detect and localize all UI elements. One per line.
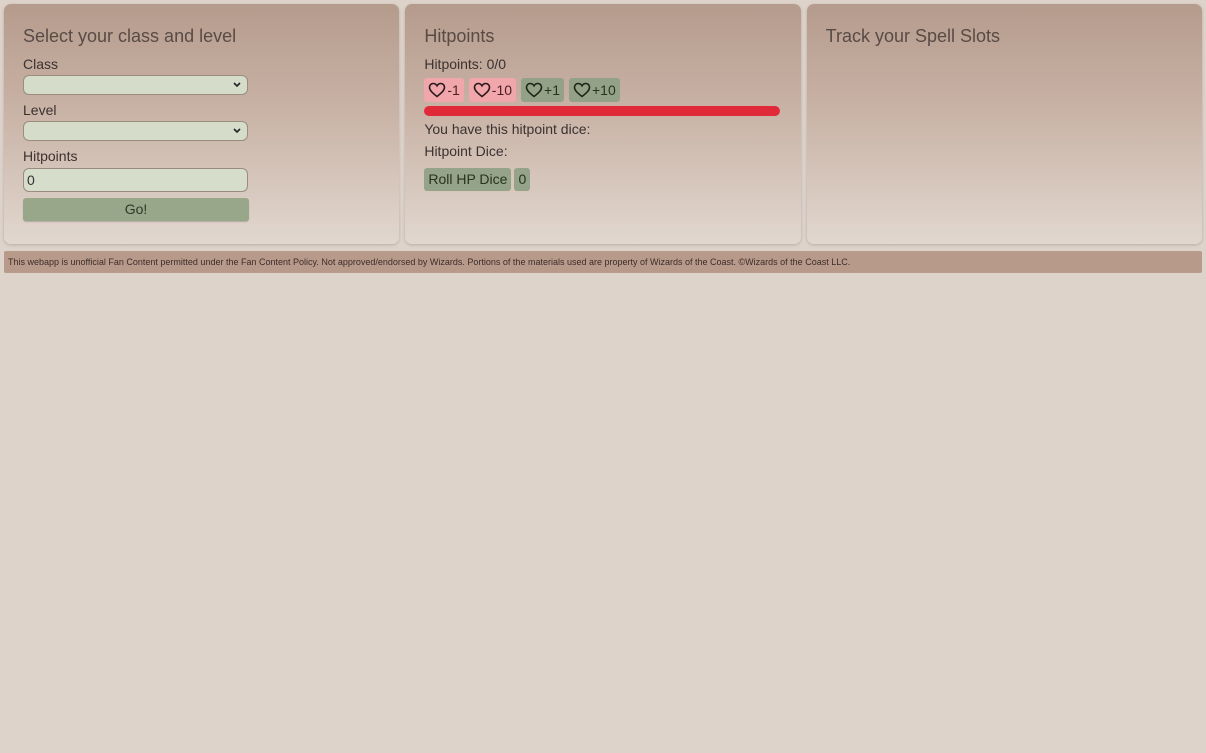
plus-1-button[interactable]: +1 (521, 78, 564, 102)
class-label: Class (23, 56, 59, 72)
minus-10-label: -10 (491, 82, 513, 98)
hitpoints-status: Hitpoints: 0/0 (424, 56, 507, 72)
hitpoint-dice-label: Hitpoint Dice: (424, 143, 508, 159)
minus-1-label: -1 (447, 82, 460, 98)
spell-panel-title: Track your Spell Slots (825, 26, 1001, 46)
class-panel-title: Select your class and level (23, 26, 237, 46)
hitpoints-label: Hitpoints (23, 148, 78, 164)
fan-content-footer: This webapp is unofficial Fan Content pe… (4, 251, 1202, 273)
panels-row: Select your class and level Class Level … (4, 4, 1202, 244)
hitpoints-panel: Hitpoints Hitpoints: 0/0 -1 -10 +1 +10 Y… (405, 4, 801, 244)
chevron-down-icon (232, 125, 242, 137)
dice-info-text: You have this hitpoint dice: (424, 121, 591, 137)
minus-10-button[interactable]: -10 (468, 78, 517, 102)
heart-icon (573, 82, 591, 98)
heart-icon (473, 82, 491, 98)
hitpoints-panel-title: Hitpoints (424, 26, 495, 46)
class-level-panel: Select your class and level Class Level … (4, 4, 400, 244)
go-button[interactable]: Go! (23, 198, 249, 221)
hitpoint-bar (424, 106, 781, 116)
plus-10-button[interactable]: +10 (568, 78, 620, 102)
level-label: Level (23, 102, 57, 118)
hitpoint-buttons: -1 -10 +1 +10 (424, 78, 781, 102)
heart-icon (525, 82, 543, 98)
plus-10-label: +10 (591, 82, 616, 98)
roll-hp-dice-button[interactable]: Roll HP Dice (424, 168, 512, 191)
roll-result-badge: 0 (514, 168, 531, 191)
plus-1-label: +1 (544, 82, 560, 98)
heart-icon (428, 82, 446, 98)
minus-1-button[interactable]: -1 (424, 78, 464, 102)
level-select[interactable] (23, 121, 248, 141)
roll-row: Roll HP Dice 0 (424, 168, 781, 191)
chevron-down-icon (232, 79, 242, 91)
class-select[interactable] (23, 75, 248, 95)
spell-slots-panel: Track your Spell Slots (806, 4, 1202, 244)
hitpoints-input[interactable]: 0 (23, 168, 248, 192)
